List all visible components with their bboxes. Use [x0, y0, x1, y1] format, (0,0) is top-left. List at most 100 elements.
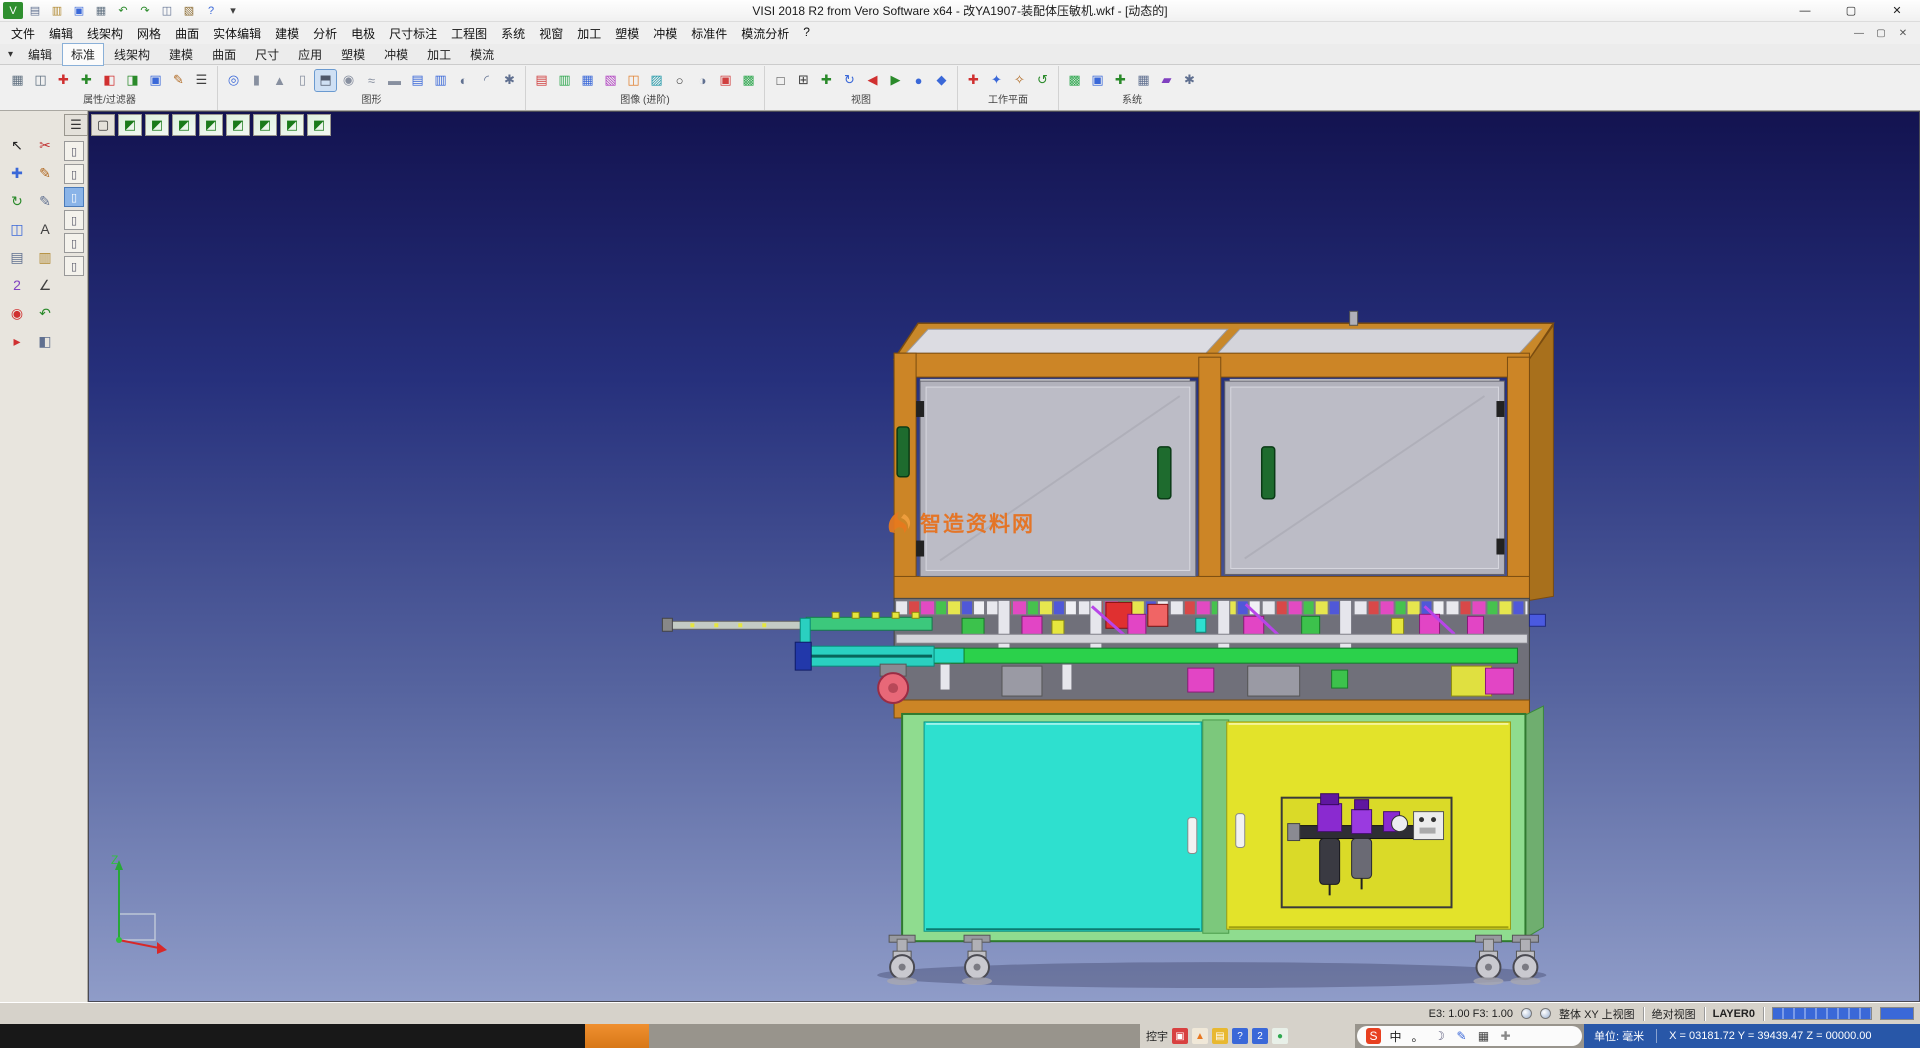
circle-icon[interactable]: ◎: [223, 70, 244, 91]
absolute-view-label[interactable]: 绝对视图: [1652, 1006, 1696, 1022]
dynamic-view-icon[interactable]: ◆: [931, 70, 952, 91]
network-icon[interactable]: ●: [1272, 1028, 1288, 1044]
doc-restore-button[interactable]: ▢: [1870, 28, 1892, 39]
minimize-button[interactable]: —: [1782, 0, 1828, 21]
menu-mold[interactable]: 塑模: [608, 22, 646, 45]
3d-viewport[interactable]: 智造资料网 Z: [88, 111, 1920, 1002]
close-button[interactable]: ✕: [1874, 0, 1920, 21]
layer-colors-icon[interactable]: ▩: [1064, 70, 1085, 91]
tab-standard[interactable]: 标准: [62, 43, 104, 66]
tab-wireframe[interactable]: 线架构: [105, 43, 159, 66]
capture-icon[interactable]: ▣: [715, 70, 736, 91]
print-icon[interactable]: ▦: [91, 2, 111, 19]
machine-right-door[interactable]: [1225, 381, 1505, 574]
workplane-align-icon[interactable]: ✦: [986, 70, 1007, 91]
snap-icon[interactable]: ✚: [1110, 70, 1131, 91]
display-toggle-3[interactable]: ▯: [64, 187, 84, 207]
zoom-all-icon[interactable]: □: [770, 70, 791, 91]
attribute-brush-icon[interactable]: ✎: [168, 70, 189, 91]
tab-machining[interactable]: 加工: [418, 43, 460, 66]
cplane-slab-icon[interactable]: ▰: [1156, 70, 1177, 91]
red-tool-icon[interactable]: ▣: [1172, 1028, 1188, 1044]
quick-access-dropdown[interactable]: ▾: [223, 2, 243, 19]
previous-view-icon[interactable]: ◀: [862, 70, 883, 91]
render-modes-icon[interactable]: ▤: [531, 70, 552, 91]
tab-mold[interactable]: 塑模: [332, 43, 374, 66]
tab-dimension[interactable]: 尺寸: [246, 43, 288, 66]
help-tray-icon[interactable]: ?: [1232, 1028, 1248, 1044]
display-toggle-5[interactable]: ▯: [64, 233, 84, 253]
point-icon[interactable]: ◉: [5, 301, 29, 325]
view-right-icon[interactable]: ◩: [226, 114, 250, 136]
loft-icon[interactable]: ▬: [384, 70, 405, 91]
night-mode-icon[interactable]: ☽: [1432, 1028, 1447, 1044]
menu-help[interactable]: ?: [796, 22, 817, 45]
display-toggle-1[interactable]: ▯: [64, 141, 84, 161]
view-front-icon[interactable]: ◩: [145, 114, 169, 136]
properties-icon[interactable]: ☰: [191, 70, 212, 91]
punctuation-icon[interactable]: 。: [1410, 1028, 1425, 1044]
rotate-view-icon[interactable]: ↻: [839, 70, 860, 91]
extrude-icon[interactable]: ⬒: [315, 70, 336, 91]
redo-icon[interactable]: ↷: [135, 2, 155, 19]
filter-solids-icon[interactable]: ▣: [145, 70, 166, 91]
toolbox-icon[interactable]: ✚: [1498, 1028, 1513, 1044]
open-file-icon[interactable]: ▥: [47, 2, 67, 19]
layers-icon[interactable]: ▤: [5, 245, 29, 269]
workplane-entity-icon[interactable]: ✧: [1009, 70, 1030, 91]
select-icon[interactable]: ↖: [5, 133, 29, 157]
doc-minimize-button[interactable]: —: [1848, 28, 1870, 39]
notes-icon[interactable]: ▥: [33, 245, 57, 269]
view-iso-icon[interactable]: ◩: [118, 114, 142, 136]
view-orb-icon[interactable]: [1540, 1008, 1551, 1019]
display-toggle-4[interactable]: ▯: [64, 210, 84, 230]
shading-icon[interactable]: ▥: [554, 70, 575, 91]
menu-analysis[interactable]: 分析: [306, 22, 344, 45]
mirror-icon[interactable]: ◫: [5, 217, 29, 241]
text-icon[interactable]: A: [33, 217, 57, 241]
prompt-label[interactable]: 控宇: [1146, 1028, 1168, 1044]
active-layer-label[interactable]: LAYER0: [1713, 1008, 1755, 1020]
menu-surface[interactable]: 曲面: [168, 22, 206, 45]
menu-flow-analysis[interactable]: 模流分析: [734, 22, 796, 45]
feature-gear-icon[interactable]: ✱: [499, 70, 520, 91]
transparency-icon[interactable]: ▧: [600, 70, 621, 91]
menu-edit[interactable]: 编辑: [42, 22, 80, 45]
viewport-menu-icon[interactable]: ☰: [64, 114, 88, 136]
machine-model[interactable]: [89, 112, 1919, 1001]
machine-conveyor[interactable]: [662, 612, 934, 703]
solid-library-icon[interactable]: ▤: [407, 70, 428, 91]
save-icon[interactable]: ▣: [69, 2, 89, 19]
taskbar-highlight[interactable]: [585, 1024, 649, 1048]
magnifier-icon[interactable]: ○: [669, 70, 690, 91]
next-view-icon[interactable]: ▶: [885, 70, 906, 91]
print-preview-icon[interactable]: ◫: [30, 70, 51, 91]
new-file-icon[interactable]: ▤: [25, 2, 45, 19]
view-orb-icon[interactable]: [1521, 1008, 1532, 1019]
sweep-icon[interactable]: ≈: [361, 70, 382, 91]
tab-modeling[interactable]: 建模: [160, 43, 202, 66]
fillet-icon[interactable]: ◜: [476, 70, 497, 91]
revolve-icon[interactable]: ◉: [338, 70, 359, 91]
folder-icon[interactable]: ▤: [1212, 1028, 1228, 1044]
plot-icon[interactable]: ▦: [7, 70, 28, 91]
gallery-icon[interactable]: ▩: [738, 70, 759, 91]
grid-icon[interactable]: ▦: [1133, 70, 1154, 91]
help-icon[interactable]: ?: [201, 2, 221, 19]
undo-icon[interactable]: ↶: [113, 2, 133, 19]
menu-solid-edit[interactable]: 实体编辑: [206, 22, 268, 45]
display-settings-icon[interactable]: ▣: [1087, 70, 1108, 91]
voice-icon[interactable]: ✎: [1454, 1028, 1469, 1044]
display-toggle-2[interactable]: ▯: [64, 164, 84, 184]
machine-frl-unit[interactable]: [1282, 794, 1452, 908]
zoom-window-icon[interactable]: ⊞: [793, 70, 814, 91]
tab-die[interactable]: 冲模: [375, 43, 417, 66]
image-plane-icon[interactable]: ▨: [646, 70, 667, 91]
element-axes-icon[interactable]: ✚: [53, 70, 74, 91]
menu-mesh[interactable]: 网格: [130, 22, 168, 45]
menu-drawing[interactable]: 工程图: [444, 22, 494, 45]
menu-dimension[interactable]: 尺寸标注: [382, 22, 444, 45]
shaded-view-icon[interactable]: ●: [908, 70, 929, 91]
filter-mask-icon[interactable]: ✚: [76, 70, 97, 91]
menu-modeling[interactable]: 建模: [268, 22, 306, 45]
